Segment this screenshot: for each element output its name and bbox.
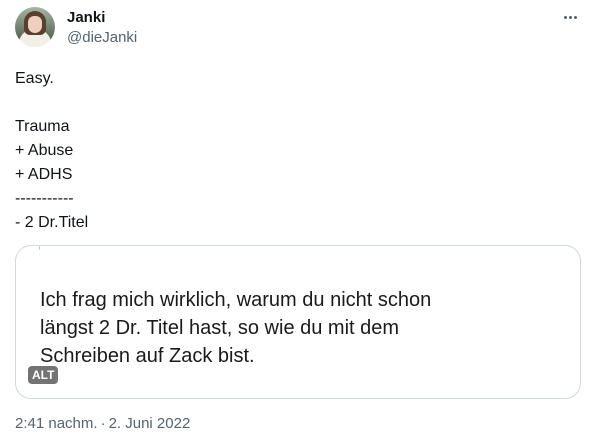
avatar-face [28, 16, 42, 33]
dot [568, 15, 572, 19]
image-edge-mark [39, 246, 40, 250]
dot [563, 15, 567, 19]
meta-separator: · [100, 415, 106, 432]
alt-text-badge[interactable]: ALT [28, 366, 59, 384]
avatar-shirt [21, 35, 49, 47]
tweet-text: Easy. Trauma + Abuse + ADHS ----------- … [15, 70, 89, 231]
media-quoted-text: Ich frag mich wirklich, warum du nicht s… [40, 289, 432, 367]
author-handle[interactable]: @dieJanki [67, 29, 137, 46]
tweet-date[interactable]: 2. Juni 2022 [109, 415, 191, 432]
tweet-time[interactable]: 2:41 nachm. [15, 415, 98, 432]
dot [573, 15, 577, 19]
tweet-media-image[interactable]: Ich frag mich wirklich, warum du nicht s… [15, 245, 581, 399]
avatar[interactable] [15, 7, 55, 47]
tweet-timestamp[interactable]: 2:41 nachm. · 2. Juni 2022 [15, 415, 190, 432]
author-name[interactable]: Janki [67, 9, 105, 26]
more-options-icon[interactable] [560, 9, 580, 25]
